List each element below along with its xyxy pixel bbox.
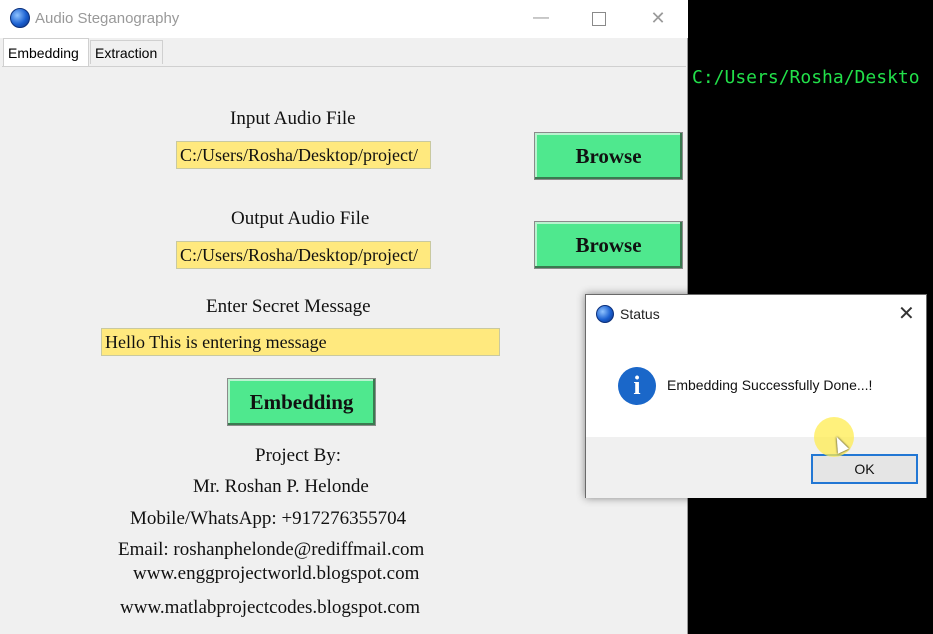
author-name: Mr. Roshan P. Helonde xyxy=(193,476,369,497)
maximize-icon[interactable] xyxy=(577,6,621,32)
output-audio-label: Output Audio File xyxy=(231,208,370,229)
close-icon[interactable]: ✕ xyxy=(636,6,680,32)
project-by-label: Project By: xyxy=(255,445,342,466)
window-title: Audio Steganography xyxy=(35,10,180,27)
input-audio-label: Input Audio File xyxy=(230,108,356,129)
info-icon: i xyxy=(618,367,656,405)
title-bar: Audio Steganography — ✕ xyxy=(0,0,688,38)
dialog-title: Status xyxy=(620,306,660,322)
dialog-close-icon[interactable]: ✕ xyxy=(898,301,915,326)
input-audio-field[interactable]: C:/Users/Rosha/Desktop/project/ xyxy=(176,141,431,169)
embedding-button[interactable]: Embedding xyxy=(227,378,376,426)
status-dialog: Status ✕ i Embedding Successfully Done..… xyxy=(585,294,927,498)
website-1: www.enggprojectworld.blogspot.com xyxy=(133,563,420,584)
secret-message-label: Enter Secret Message xyxy=(206,296,371,317)
dialog-app-icon xyxy=(596,305,614,323)
author-mobile: Mobile/WhatsApp: +917276355704 xyxy=(130,508,407,529)
ok-button[interactable]: OK xyxy=(811,454,918,484)
website-2: www.matlabprojectcodes.blogspot.com xyxy=(120,597,421,618)
app-logo-icon xyxy=(10,8,30,28)
secret-message-field[interactable]: Hello This is entering message xyxy=(101,328,500,356)
tab-strip: Embedding Extraction xyxy=(0,38,688,66)
browse-input-button[interactable]: Browse xyxy=(534,132,683,180)
tab-embedding[interactable]: Embedding xyxy=(3,38,89,66)
author-email: Email: roshanphelonde@rediffmail.com xyxy=(118,539,425,560)
tab-extraction[interactable]: Extraction xyxy=(90,40,163,64)
browse-output-button[interactable]: Browse xyxy=(534,221,683,269)
minimize-icon[interactable]: — xyxy=(519,6,563,32)
dialog-message: Embedding Successfully Done...! xyxy=(667,377,873,393)
output-audio-field[interactable]: C:/Users/Rosha/Desktop/project/ xyxy=(176,241,431,269)
terminal-path-text: C:/Users/Rosha/Deskto xyxy=(692,67,920,88)
